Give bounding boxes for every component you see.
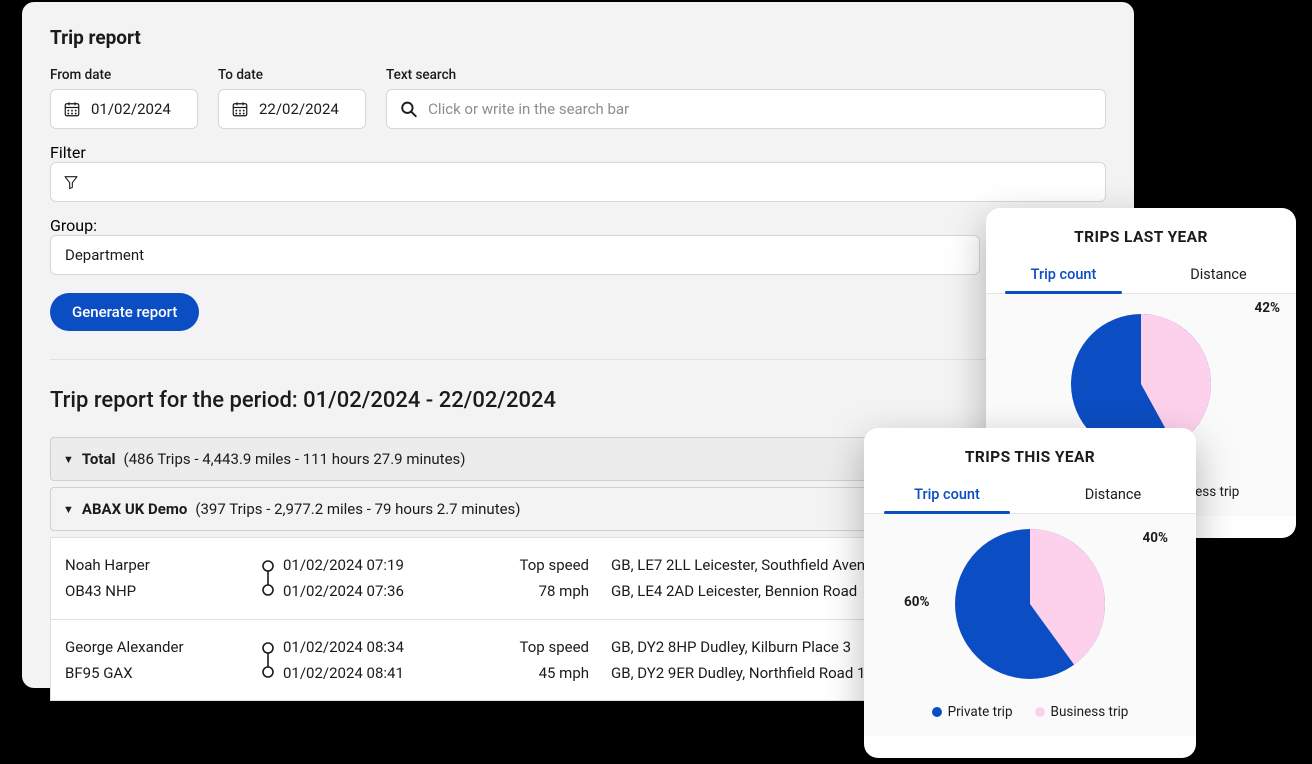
legend: Private trip Business trip bbox=[864, 694, 1196, 736]
tab-distance[interactable]: Distance bbox=[1030, 478, 1196, 513]
group-summary: (397 Trips - 2,977.2 miles - 79 hours 2.… bbox=[195, 500, 520, 518]
tab-trip-count[interactable]: Trip count bbox=[864, 478, 1030, 513]
route-marker-icon bbox=[253, 552, 283, 605]
col-name: George AlexanderBF95 GAX bbox=[65, 634, 253, 687]
caret-down-icon: ▼ bbox=[63, 453, 74, 466]
from-date-value: 01/02/2024 bbox=[91, 100, 171, 118]
dot-icon bbox=[1035, 707, 1045, 717]
search-icon bbox=[399, 99, 418, 119]
col-times: 01/02/2024 07:1901/02/2024 07:36 bbox=[283, 552, 493, 605]
filter-label: Filter bbox=[50, 143, 86, 162]
report-heading: Trip report for the period: 01/02/2024 -… bbox=[50, 388, 1106, 413]
legend-private: Private trip bbox=[932, 704, 1013, 720]
from-date-label: From date bbox=[50, 67, 198, 83]
total-summary: (486 Trips - 4,443.9 miles - 111 hours 2… bbox=[123, 450, 465, 468]
col-times: 01/02/2024 08:3401/02/2024 08:41 bbox=[283, 634, 493, 687]
search-field[interactable] bbox=[428, 100, 1093, 118]
to-date-value: 22/02/2024 bbox=[259, 100, 339, 118]
col-location: GB, LE7 2LL Leicester, Southfield Avenue… bbox=[589, 552, 893, 605]
col-speed: Top speed78 mph bbox=[493, 552, 589, 605]
pie-label-private: 60% bbox=[904, 594, 929, 610]
total-label: Total bbox=[82, 450, 116, 468]
calendar-icon bbox=[231, 100, 249, 118]
legend-business: Business trip bbox=[1035, 704, 1129, 720]
group-select[interactable]: Department bbox=[50, 235, 980, 275]
pie-chart-icon bbox=[955, 529, 1105, 679]
text-search-label: Text search bbox=[386, 67, 1106, 83]
filter-block: Filter bbox=[50, 143, 1106, 202]
page-title: Trip report bbox=[50, 26, 1106, 49]
text-search-input[interactable] bbox=[386, 89, 1106, 129]
filter-input[interactable] bbox=[50, 162, 1106, 202]
group-label: Group: bbox=[50, 216, 97, 235]
text-search-block: Text search bbox=[386, 67, 1106, 129]
col-speed: Top speed45 mph bbox=[493, 634, 589, 687]
to-date-label: To date bbox=[218, 67, 366, 83]
calendar-icon bbox=[63, 100, 81, 118]
pie-label-business: 42% bbox=[1255, 300, 1280, 316]
generate-report-button[interactable]: Generate report bbox=[50, 293, 199, 331]
filter-row: From date 01/02/2024 To date bbox=[50, 67, 1106, 129]
group-block: Group: Department bbox=[50, 216, 1106, 275]
from-date-block: From date 01/02/2024 bbox=[50, 67, 198, 129]
funnel-icon bbox=[63, 174, 79, 190]
caret-down-icon: ▼ bbox=[63, 503, 74, 516]
card-trips-this-year: TRIPS THIS YEAR Trip count Distance 40% … bbox=[864, 428, 1196, 758]
to-date-input[interactable]: 22/02/2024 bbox=[218, 89, 366, 129]
from-date-input[interactable]: 01/02/2024 bbox=[50, 89, 198, 129]
dot-icon bbox=[932, 707, 942, 717]
card-title: TRIPS LAST YEAR bbox=[986, 208, 1296, 258]
card-tabs: Trip count Distance bbox=[986, 258, 1296, 294]
col-name: Noah HarperOB43 NHP bbox=[65, 552, 253, 605]
card-title: TRIPS THIS YEAR bbox=[864, 428, 1196, 478]
divider bbox=[50, 359, 1106, 360]
to-date-block: To date 22/02/2024 bbox=[218, 67, 366, 129]
col-location: GB, DY2 8HP Dudley, Kilburn Place 3GB, D… bbox=[589, 634, 865, 687]
tab-distance[interactable]: Distance bbox=[1141, 258, 1296, 293]
pie-label-business: 40% bbox=[1143, 530, 1168, 546]
group-value: Department bbox=[65, 246, 144, 264]
card-tabs: Trip count Distance bbox=[864, 478, 1196, 514]
pie-area-this-year: 40% 60% bbox=[864, 514, 1196, 694]
tab-trip-count[interactable]: Trip count bbox=[986, 258, 1141, 293]
route-marker-icon bbox=[253, 634, 283, 687]
group-name: ABAX UK Demo bbox=[82, 500, 187, 518]
